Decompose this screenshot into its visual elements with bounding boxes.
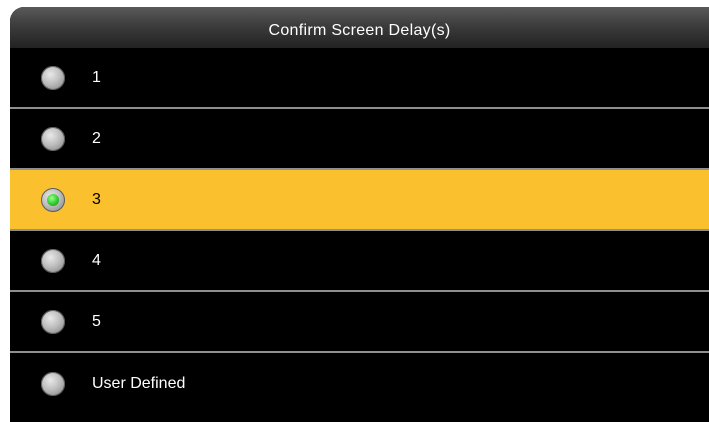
- option-label: 3: [92, 190, 101, 208]
- option-list: 1 2 3 4 5 User Defined: [10, 48, 709, 414]
- device-screen: Confirm Screen Delay(s) 1 2 3 4 5 User D…: [10, 7, 709, 422]
- radio-unchecked-icon[interactable]: [41, 371, 65, 396]
- radio-unchecked-icon[interactable]: [41, 248, 65, 273]
- option-2[interactable]: 2: [10, 109, 709, 170]
- option-4[interactable]: 4: [10, 231, 709, 292]
- option-3[interactable]: 3: [10, 170, 709, 231]
- title-bar: Confirm Screen Delay(s): [10, 7, 709, 48]
- option-1[interactable]: 1: [10, 48, 709, 109]
- radio-unchecked-icon[interactable]: [41, 309, 65, 334]
- option-user-defined[interactable]: User Defined: [10, 353, 709, 414]
- option-label: 4: [92, 251, 101, 269]
- radio-checked-icon[interactable]: [41, 187, 65, 212]
- radio-dot: [47, 193, 59, 206]
- option-5[interactable]: 5: [10, 292, 709, 353]
- option-label: 2: [92, 129, 101, 147]
- option-label: User Defined: [92, 374, 186, 392]
- option-label: 1: [92, 68, 101, 86]
- radio-unchecked-icon[interactable]: [41, 65, 65, 90]
- page-title: Confirm Screen Delay(s): [268, 21, 451, 39]
- radio-unchecked-icon[interactable]: [41, 126, 65, 151]
- option-label: 5: [92, 312, 101, 330]
